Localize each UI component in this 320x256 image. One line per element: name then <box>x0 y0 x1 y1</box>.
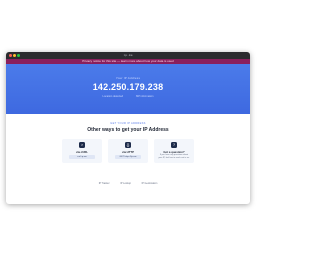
question-icon: ? <box>171 142 177 148</box>
maximize-window-button[interactable] <box>17 54 20 57</box>
card-title: via cURL <box>76 150 88 154</box>
footer-links: IP Tracker IP Lookup IP Geolocation <box>6 182 250 185</box>
isp-text: ISP information <box>135 95 154 98</box>
hero-subinfo: Location detected ISP information <box>6 95 250 98</box>
curl-command-button[interactable]: curl ip.me <box>69 155 95 159</box>
card-description: If you have any questions about your IP,… <box>158 154 190 159</box>
footer-link-ip-geolocation[interactable]: IP Geolocation <box>142 182 158 185</box>
method-cards: > via cURL curl ip.me {} via HTTP GET ht… <box>6 139 250 163</box>
terminal-icon: > <box>79 142 85 148</box>
code-icon: {} <box>125 142 131 148</box>
location-text: Location detected <box>102 95 124 98</box>
close-window-button[interactable] <box>9 54 12 57</box>
footer-link-ip-tracker[interactable]: IP Tracker <box>99 182 110 185</box>
minimize-window-button[interactable] <box>13 54 16 57</box>
other-ways-section: GET YOUR IP ADDRESS Other ways to get yo… <box>6 122 250 163</box>
http-card: {} via HTTP GET https://ip.me <box>108 139 148 163</box>
browser-titlebar: ip.me <box>6 52 250 59</box>
hero-section: Your IP Address 142.250.179.238 Location… <box>6 64 250 114</box>
card-title: via HTTP <box>122 150 134 154</box>
footer-link-ip-lookup[interactable]: IP Lookup <box>120 182 131 185</box>
question-card: ? Got a question? If you have any questi… <box>154 139 194 163</box>
section-eyebrow: GET YOUR IP ADDRESS <box>110 122 146 125</box>
ip-address[interactable]: 142.250.179.238 <box>6 82 250 92</box>
http-command-button[interactable]: GET https://ip.me <box>115 155 141 159</box>
section-heading: Other ways to get your IP Address <box>87 127 169 133</box>
curl-card: > via cURL curl ip.me <box>62 139 102 163</box>
browser-window: ip.me Privacy notice for this site — lea… <box>6 52 250 204</box>
address-bar[interactable]: ip.me <box>123 53 132 58</box>
hero-label: Your IP Address <box>115 76 141 80</box>
